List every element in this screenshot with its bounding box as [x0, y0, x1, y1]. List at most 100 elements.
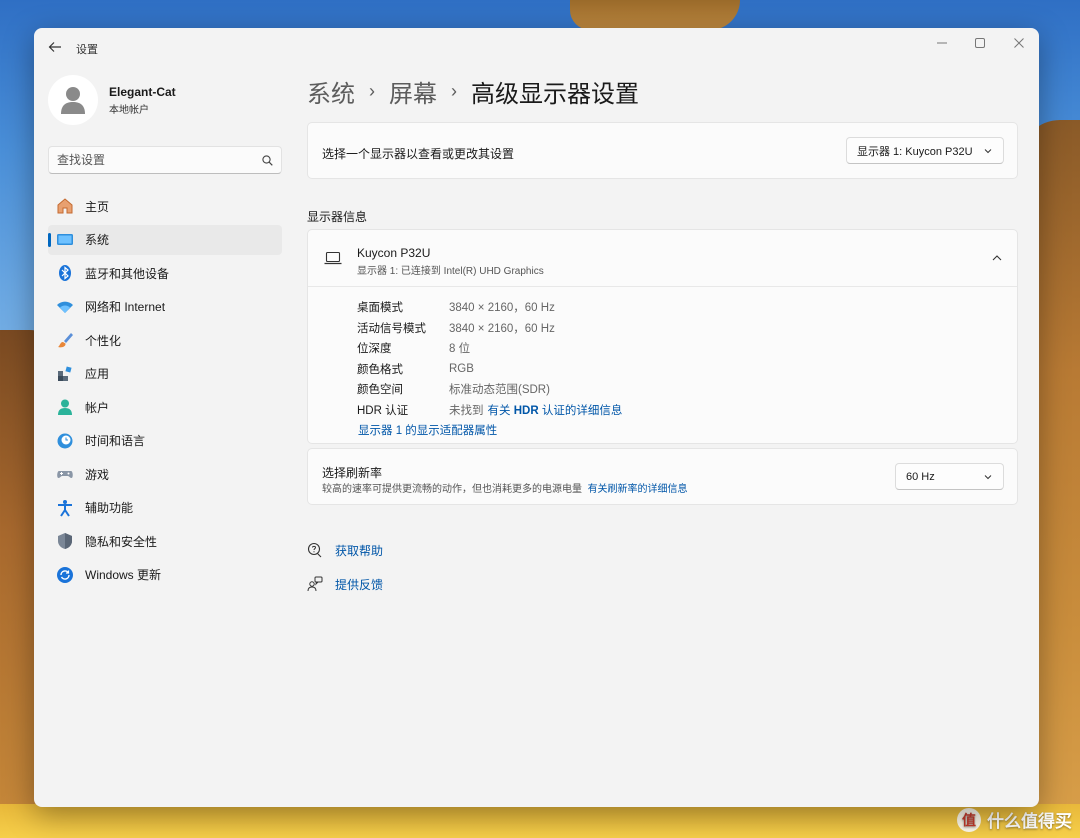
account-type: 本地帐户	[109, 104, 149, 116]
hdr-info-link[interactable]: 有关 HDR 认证的详细信息	[488, 402, 623, 418]
search-icon	[262, 154, 273, 166]
get-help-link[interactable]: 获取帮助	[307, 533, 383, 567]
sidebar-item-windows-update[interactable]: Windows 更新	[48, 560, 282, 590]
chevron-right-icon: ›	[451, 81, 457, 101]
hdr-link-suffix: 认证的详细信息	[538, 404, 623, 417]
system-icon	[57, 233, 73, 245]
sidebar-item-gaming[interactable]: 游戏	[48, 459, 282, 489]
feedback-label: 提供反馈	[335, 577, 384, 592]
gamepad-icon	[57, 471, 73, 478]
sidebar-item-personalization[interactable]: 个性化	[48, 325, 282, 355]
sidebar-nav: 主页 系统 蓝牙和其他设备 网络和 Internet 个性化 应用 帐户 时间和…	[48, 191, 282, 593]
sidebar-item-label: 应用	[85, 367, 110, 381]
chevron-down-icon	[984, 474, 992, 479]
chevron-up-icon[interactable]	[991, 252, 1003, 264]
info-key: 桌面模式	[357, 302, 403, 315]
accessibility-icon	[58, 499, 72, 517]
maximize-icon	[975, 38, 985, 48]
breadcrumb-display[interactable]: 屏幕	[389, 74, 437, 109]
watermark: 值 什么值得买	[957, 807, 1072, 832]
wifi-icon	[57, 301, 73, 313]
arrow-left-icon	[48, 42, 61, 52]
sidebar-item-bluetooth[interactable]: 蓝牙和其他设备	[48, 258, 282, 288]
feedback-link[interactable]: 提供反馈	[307, 567, 383, 601]
section-title: 显示器信息	[307, 210, 368, 224]
sidebar-item-home[interactable]: 主页	[48, 191, 282, 221]
select-display-label: 选择一个显示器以查看或更改其设置	[322, 147, 515, 161]
sidebar-item-time-language[interactable]: 时间和语言	[48, 426, 282, 456]
refresh-rate-title: 选择刷新率	[322, 466, 383, 480]
display-info-header[interactable]: Kuycon P32U 显示器 1: 已连接到 Intel(R) UHD Gra…	[308, 230, 1017, 287]
info-value: 3840 × 2160，60 Hz	[449, 302, 555, 315]
app-title: 设置	[76, 44, 98, 56]
refresh-desc-text: 较高的速率可提供更流畅的动作，但也消耗更多的电源电量	[322, 484, 582, 495]
sidebar-item-label: 网络和 Internet	[85, 300, 166, 314]
display-select-dropdown[interactable]: 显示器 1: Kuycon P32U	[846, 137, 1004, 164]
update-icon	[57, 566, 73, 583]
refresh-rate-link[interactable]: 有关刷新率的详细信息	[588, 484, 688, 495]
watermark-logo-icon: 值	[957, 807, 981, 832]
apps-icon	[58, 365, 72, 381]
home-icon	[57, 198, 73, 214]
settings-window: 设置 Elegant-Cat 本地帐户 主页	[34, 28, 1039, 807]
close-icon	[1014, 38, 1024, 48]
sidebar-item-label: 游戏	[85, 467, 110, 482]
info-row-color-space: 颜色空间 标准动态范围(SDR)	[357, 379, 622, 400]
feedback-icon	[307, 576, 323, 592]
display-info-rows: 桌面模式 3840 × 2160，60 Hz 活动信号模式 3840 × 216…	[357, 297, 622, 420]
minimize-button[interactable]	[927, 32, 957, 54]
get-help-label: 获取帮助	[335, 543, 384, 558]
user-silhouette-icon	[61, 87, 85, 114]
info-value: RGB	[449, 362, 474, 375]
sidebar-item-accounts[interactable]: 帐户	[48, 392, 282, 422]
sidebar-item-label: 主页	[85, 199, 110, 214]
info-value: 未找到	[449, 404, 484, 417]
info-value: 3840 × 2160，60 Hz	[449, 322, 555, 335]
back-button[interactable]	[46, 38, 64, 56]
info-value: 标准动态范围(SDR)	[449, 384, 550, 397]
search-input[interactable]	[57, 153, 262, 167]
maximize-button[interactable]	[965, 32, 995, 54]
sidebar-item-apps[interactable]: 应用	[48, 359, 282, 389]
info-key: HDR 认证	[357, 404, 409, 417]
adapter-properties-link[interactable]: 显示器 1 的显示适配器属性	[358, 422, 497, 438]
refresh-rate-card: 选择刷新率 较高的速率可提供更流畅的动作，但也消耗更多的电源电量 有关刷新率的详…	[307, 448, 1018, 505]
sidebar-item-label: 隐私和安全性	[85, 534, 158, 549]
sidebar-item-label: 时间和语言	[85, 434, 146, 448]
info-row-bit-depth: 位深度 8 位	[357, 338, 622, 359]
brush-icon	[58, 333, 73, 348]
refresh-rate-value: 60 Hz	[906, 470, 935, 483]
breadcrumb-system[interactable]: 系统	[307, 74, 355, 109]
info-row-signal-mode: 活动信号模式 3840 × 2160，60 Hz	[357, 318, 622, 339]
shield-icon	[58, 533, 72, 549]
close-button[interactable]	[1004, 32, 1034, 54]
sidebar-item-network[interactable]: 网络和 Internet	[48, 292, 282, 322]
refresh-rate-dropdown[interactable]: 60 Hz	[895, 463, 1004, 490]
wallpaper-rock-top	[570, 0, 740, 30]
monitor-connection: 显示器 1: 已连接到 Intel(R) UHD Graphics	[357, 266, 544, 277]
breadcrumb: 系统 › 屏幕 › 高级显示器设置	[307, 74, 639, 109]
clock-globe-icon	[57, 433, 73, 448]
watermark-text: 什么值得买	[987, 812, 1072, 831]
info-key: 颜色格式	[357, 363, 403, 376]
sidebar-item-privacy[interactable]: 隐私和安全性	[48, 526, 282, 556]
bluetooth-icon	[59, 265, 71, 281]
account-icon	[58, 399, 72, 415]
info-key: 位深度	[357, 343, 392, 356]
page-title: 高级显示器设置	[471, 81, 639, 108]
user-profile[interactable]: Elegant-Cat 本地帐户	[48, 75, 176, 125]
chevron-down-icon	[984, 148, 992, 153]
avatar	[48, 75, 98, 125]
minimize-icon	[937, 42, 947, 44]
select-display-card: 选择一个显示器以查看或更改其设置 显示器 1: Kuycon P32U	[307, 122, 1018, 179]
sidebar-item-label: 帐户	[85, 400, 110, 415]
sidebar-item-system[interactable]: 系统	[48, 224, 282, 255]
sidebar-item-label: 系统	[85, 233, 110, 247]
chevron-right-icon: ›	[369, 81, 375, 101]
sidebar-item-label: Windows 更新	[85, 568, 162, 582]
sidebar-item-accessibility[interactable]: 辅助功能	[48, 493, 282, 523]
search-box[interactable]	[48, 146, 282, 174]
info-row-color-format: 颜色格式 RGB	[357, 359, 622, 380]
info-value: 8 位	[449, 343, 471, 356]
help-links: 获取帮助 提供反馈	[307, 533, 383, 601]
